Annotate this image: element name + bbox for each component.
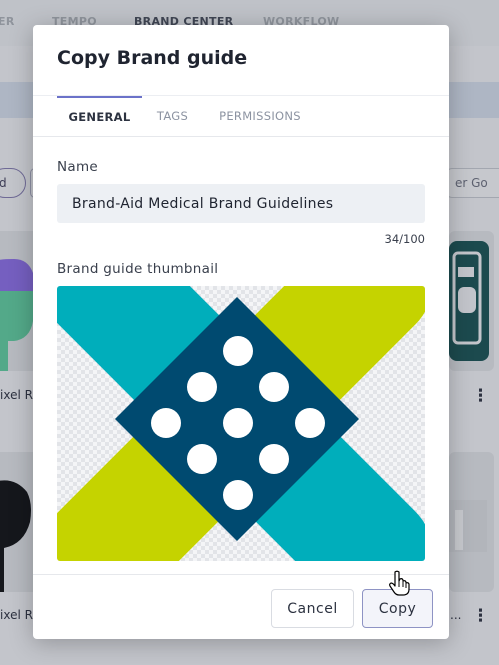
- brand-guide-thumbnail[interactable]: [57, 286, 425, 561]
- tab-permissions[interactable]: PERMISSIONS: [212, 96, 308, 137]
- sort-dropdown[interactable]: er Go: [446, 168, 499, 198]
- filter-chip[interactable]: d: [0, 168, 26, 198]
- character-counter: 34/100: [384, 232, 425, 246]
- card-title: ixel R: [0, 608, 33, 622]
- tab-general[interactable]: GENERAL: [57, 96, 142, 137]
- card-logo-icon: [449, 241, 489, 361]
- card-title: ...: [450, 608, 462, 622]
- filter-chip-label: d: [0, 176, 7, 190]
- tab-tags[interactable]: TAGS: [150, 96, 195, 137]
- copy-brand-guide-dialog: Copy Brand guide GENERAL TAGS PERMISSION…: [33, 25, 449, 639]
- cancel-button[interactable]: Cancel: [271, 589, 354, 628]
- card-more-icon[interactable]: ⋮: [472, 388, 489, 405]
- thumbnail-label: Brand guide thumbnail: [57, 261, 219, 277]
- sort-dropdown-label: er Go: [455, 176, 488, 190]
- nav-item-partial[interactable]: ER: [0, 15, 15, 28]
- dialog-tabs: GENERAL TAGS PERMISSIONS: [33, 95, 449, 137]
- brand-card-thumbnail[interactable]: [449, 452, 494, 592]
- dialog-footer: Cancel Copy: [33, 574, 449, 639]
- adhesive-bandage-icon: [57, 286, 425, 561]
- name-label: Name: [57, 159, 99, 175]
- brand-card-thumbnail[interactable]: [449, 231, 494, 371]
- card-more-icon[interactable]: ⋮: [472, 608, 489, 625]
- card-logo-icon: [449, 500, 487, 552]
- hand-pointer-icon: [389, 570, 410, 596]
- dialog-title: Copy Brand guide: [57, 47, 248, 69]
- name-input[interactable]: [57, 184, 425, 223]
- card-title: ixel R: [0, 388, 33, 402]
